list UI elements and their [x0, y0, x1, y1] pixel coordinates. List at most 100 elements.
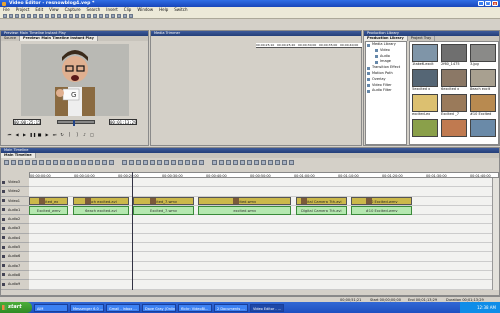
library-thumbnail[interactable]: [412, 119, 438, 142]
library-thumbnail[interactable]: 5excited x: [412, 69, 438, 92]
mark-out-icon[interactable]: ]: [75, 132, 80, 137]
go-end-icon[interactable]: ⏭: [52, 132, 57, 137]
timeline-tool-icon[interactable]: [268, 160, 273, 165]
library-thumbnail[interactable]: 1take6-excit: [412, 44, 438, 67]
track-visibility-icon[interactable]: [2, 208, 5, 212]
start-button[interactable]: start: [0, 302, 32, 313]
timeline-tool-icon[interactable]: [102, 160, 107, 165]
timeline-tool-icon[interactable]: [226, 160, 231, 165]
taskbar-item[interactable]: 2 Documents ...: [214, 303, 248, 312]
toolbar-button-icon[interactable]: [15, 13, 19, 18]
video-clip[interactable]: Digital Camera 7th.avi: [295, 197, 347, 206]
toolbar-button-icon[interactable]: [105, 13, 109, 18]
toolbar-button-icon[interactable]: [21, 13, 25, 18]
taskbar-item[interactable]: flickr: VideoBl...: [178, 303, 212, 312]
library-thumbnail[interactable]: 8each excit: [470, 69, 496, 92]
timeline-track[interactable]: [29, 271, 493, 281]
toolbar-button-icon[interactable]: [99, 13, 103, 18]
close-button[interactable]: ×: [492, 1, 498, 6]
toolbar-button-icon[interactable]: [27, 13, 31, 18]
toolbar-button-icon[interactable]: [45, 13, 49, 18]
timecode-duration[interactable]: 00;01;13;29: [109, 119, 137, 125]
maximize-button[interactable]: □: [485, 1, 491, 6]
video-clip[interactable]: excited_ex: [29, 197, 69, 206]
toolbar-button-icon[interactable]: [33, 13, 37, 18]
timeline-track[interactable]: [29, 243, 493, 253]
toolbar-button-icon[interactable]: [93, 13, 97, 18]
timeline-tool-icon[interactable]: [39, 160, 44, 165]
stop-icon[interactable]: ■: [37, 132, 42, 137]
toolbar-button-icon[interactable]: [63, 13, 67, 18]
library-thumbnail[interactable]: excited-ex: [412, 94, 438, 117]
timeline-tool-icon[interactable]: [129, 160, 134, 165]
timeline-track[interactable]: [29, 234, 493, 244]
timeline-tool-icon[interactable]: [178, 160, 183, 165]
timeline-track[interactable]: [29, 187, 493, 197]
track-visibility-icon[interactable]: [2, 189, 5, 193]
timeline-tool-icon[interactable]: [32, 160, 37, 165]
timeline-tool-icon[interactable]: [199, 160, 204, 165]
timeline-tool-icon[interactable]: [88, 160, 93, 165]
timeline-tool-icon[interactable]: [233, 160, 238, 165]
scrub-handle[interactable]: [73, 120, 76, 126]
audio-clip[interactable]: Excited_7.wmv: [133, 206, 194, 215]
timeline-tool-icon[interactable]: [81, 160, 86, 165]
track-visibility-icon[interactable]: [2, 180, 5, 184]
timeline-tool-icon[interactable]: [67, 160, 72, 165]
toolbar-button-icon[interactable]: [81, 13, 85, 18]
timeline-tool-icon[interactable]: [157, 160, 162, 165]
volume-icon[interactable]: ♪: [82, 132, 87, 137]
timeline-tool-icon[interactable]: [122, 160, 127, 165]
pause-icon[interactable]: ❚❚: [30, 132, 37, 137]
library-thumbnail[interactable]: 3.jpg: [470, 44, 496, 67]
timeline-tool-icon[interactable]: [18, 160, 23, 165]
next-frame-icon[interactable]: ▶: [45, 132, 50, 137]
timeline-tool-icon[interactable]: [60, 160, 65, 165]
track-visibility-icon[interactable]: [2, 282, 5, 286]
trimmer-ruler[interactable]: 00;00;25;10 00;00;25;20 00;00;30;00 00;00;3…: [256, 43, 362, 48]
timeline-tool-icon[interactable]: [136, 160, 141, 165]
timeline-track[interactable]: excited_ex 6each excited.avi Excited_7.wmv…: [29, 197, 493, 206]
timeline-tool-icon[interactable]: [25, 160, 30, 165]
taskbar-item[interactable]: Gmail - Inbox ...: [106, 303, 140, 312]
timeline-tool-icon[interactable]: [240, 160, 245, 165]
timeline-tool-icon[interactable]: [74, 160, 79, 165]
audio-clip[interactable]: 6each excited.avi: [73, 206, 129, 215]
timeline-tool-icon[interactable]: [212, 160, 217, 165]
toolbar-button-icon[interactable]: [129, 13, 133, 18]
tab-source[interactable]: Source: [1, 36, 21, 41]
timeline-tool-icon[interactable]: [53, 160, 58, 165]
timeline-tool-icon[interactable]: [164, 160, 169, 165]
library-thumbnail[interactable]: [470, 119, 496, 142]
scrub-bar[interactable]: [57, 120, 95, 126]
timeline-tool-icon[interactable]: [185, 160, 190, 165]
tab-preview[interactable]: Preview: Main Timeline Instant Play: [20, 36, 98, 41]
toolbar-button-icon[interactable]: [111, 13, 115, 18]
minimize-button[interactable]: _: [478, 1, 484, 6]
toolbar-button-icon[interactable]: [39, 13, 43, 18]
video-clip[interactable]: excited.wmv: [198, 197, 292, 206]
track-visibility-icon[interactable]: [2, 226, 5, 230]
timeline-track[interactable]: [29, 178, 493, 188]
timeline-tool-icon[interactable]: [143, 160, 148, 165]
timeline-tool-icon[interactable]: [275, 160, 280, 165]
timeline-track[interactable]: Excited_wmv 6each excited.avi Excited_7.wm…: [29, 206, 493, 216]
track-visibility-icon[interactable]: [2, 236, 5, 240]
timeline-track[interactable]: [29, 215, 493, 225]
timeline-tool-icon[interactable]: [95, 160, 100, 165]
library-thumbnail[interactable]: #10 Excited: [470, 94, 496, 117]
taskbar-item[interactable]: AIM: [34, 303, 68, 312]
video-clip[interactable]: Excited_7.wmv: [133, 197, 194, 206]
track-visibility-icon[interactable]: [2, 217, 5, 221]
track-visibility-icon[interactable]: [2, 199, 5, 203]
go-start-icon[interactable]: ⏮: [7, 132, 12, 137]
timeline-tool-icon[interactable]: [192, 160, 197, 165]
toolbar-button-icon[interactable]: [87, 13, 91, 18]
timeline-tool-icon[interactable]: [109, 160, 114, 165]
taskbar-item[interactable]: Video Editor - ...: [250, 303, 284, 312]
timeline-tool-icon[interactable]: [171, 160, 176, 165]
timeline-track[interactable]: [29, 262, 493, 271]
track-visibility-icon[interactable]: [2, 273, 5, 277]
toolbar-button-icon[interactable]: [51, 13, 55, 18]
track-visibility-icon[interactable]: [2, 254, 5, 258]
